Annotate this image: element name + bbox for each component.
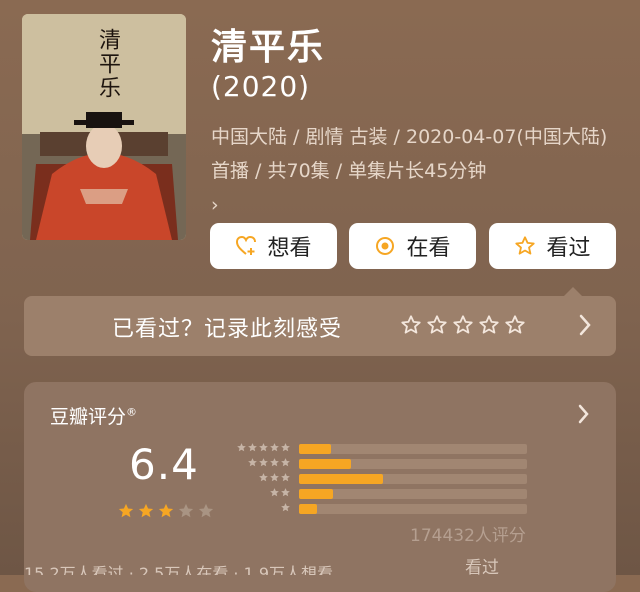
tooltip-pointer (564, 287, 582, 296)
star-outline-icon (514, 235, 536, 257)
heart-plus-icon (235, 235, 257, 257)
small-star-icon (270, 443, 279, 452)
star-filled-icon (158, 503, 174, 518)
small-star-icon (281, 473, 290, 482)
record-feeling-bar[interactable]: 已看过？记录此刻感受 (24, 287, 616, 356)
want-label: 想看 (267, 236, 312, 261)
rating-label-text: 豆瓣评分 (50, 406, 127, 428)
average-stars (117, 502, 215, 520)
watching-label: 在看 (406, 236, 451, 261)
page-title: 清平乐 (211, 27, 326, 68)
distribution-row (233, 456, 533, 471)
distribution-track (299, 474, 527, 484)
star-empty-icon (198, 503, 214, 518)
small-star-icon (248, 458, 257, 467)
row-stars (280, 502, 291, 513)
star-outline-icon[interactable] (452, 314, 474, 336)
meta-info[interactable]: 中国大陆 / 剧情 古装 / 2020-04-07(中国大陆)首播 / 共70集… (211, 120, 616, 222)
record-star-rating[interactable] (400, 314, 526, 336)
rating-score: 6.4 (129, 440, 199, 489)
rating-label: 豆瓣评分® (50, 402, 137, 429)
row-stars (258, 472, 291, 483)
watched-label: 看过 (546, 236, 591, 261)
distribution-track (299, 444, 527, 454)
star-empty-icon (178, 503, 194, 518)
small-star-icon (281, 488, 290, 497)
distribution-track (299, 504, 527, 514)
watch-stats: 15.2万人看过 · 2.5万人在看 · 1.9万人想看 (24, 564, 334, 575)
distribution-bar (299, 504, 318, 514)
distribution-bar (299, 459, 352, 469)
small-star-icon (259, 443, 268, 452)
row-stars (236, 442, 291, 453)
target-icon (374, 235, 396, 257)
distribution-bar (299, 474, 384, 484)
meta-more-icon[interactable]: › (211, 194, 219, 216)
small-star-icon (281, 443, 290, 452)
poster-image[interactable]: 清平乐 (22, 14, 186, 240)
small-star-icon (259, 473, 268, 482)
small-star-icon (259, 458, 268, 467)
star-outline-icon[interactable] (478, 314, 500, 336)
star-outline-icon[interactable] (504, 314, 526, 336)
watched-button[interactable]: 看过 (489, 223, 616, 269)
star-filled-icon (138, 503, 154, 518)
rating-count: 174432人评分 (410, 526, 526, 546)
distribution-row (233, 486, 533, 501)
small-star-icon (248, 443, 257, 452)
small-star-icon (281, 458, 290, 467)
star-outline-icon[interactable] (400, 314, 422, 336)
release-year: (2020) (211, 70, 311, 103)
rating-distribution (233, 441, 533, 516)
distribution-row (233, 501, 533, 516)
row-stars (247, 457, 291, 468)
chevron-right-icon[interactable] (578, 404, 590, 428)
chevron-right-icon[interactable] (578, 313, 592, 341)
star-filled-icon (118, 503, 134, 518)
registered-mark: ® (126, 405, 138, 419)
distribution-row (233, 441, 533, 456)
record-prompt: 已看过？记录此刻感受 (112, 317, 343, 342)
meta-text: 中国大陆 / 剧情 古装 / 2020-04-07(中国大陆)首播 / 共70集… (211, 126, 608, 182)
small-star-icon (270, 458, 279, 467)
watching-button[interactable]: 在看 (349, 223, 476, 269)
distribution-track (299, 459, 527, 469)
small-star-icon (270, 473, 279, 482)
row-stars (269, 487, 291, 498)
small-star-icon (237, 443, 246, 452)
distribution-row (233, 471, 533, 486)
star-outline-icon[interactable] (426, 314, 448, 336)
small-star-icon (270, 488, 279, 497)
distribution-bar (299, 489, 334, 499)
want-button[interactable]: 想看 (210, 223, 337, 269)
distribution-bar (299, 444, 331, 454)
distribution-track (299, 489, 527, 499)
watermark-text: 看过 (465, 558, 499, 578)
small-star-icon (281, 503, 290, 512)
poster-title: 清平乐 (95, 28, 120, 100)
